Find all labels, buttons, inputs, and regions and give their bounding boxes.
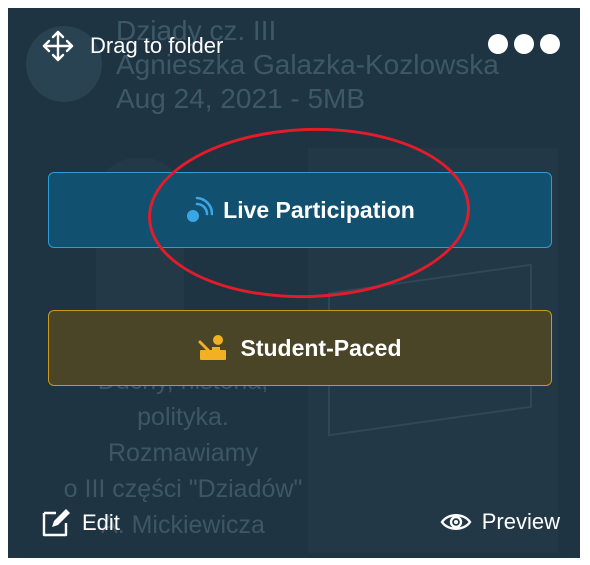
description-line: Rozmawiamy — [107, 439, 259, 467]
drag-label: Drag to folder — [90, 33, 224, 58]
description-line: o III części "Dziadów" — [63, 475, 303, 503]
move-arrows-icon — [42, 30, 74, 62]
description-line: polityka. — [137, 403, 229, 431]
card-toolbar: Drag to folder — [8, 8, 580, 78]
student-paced-label: Student-Paced — [240, 334, 402, 361]
more-options-button[interactable] — [488, 34, 560, 54]
lesson-card[interactable]: Dziady cz. III Agnieszka Galazka-Kozlows… — [8, 8, 580, 558]
eye-icon — [440, 514, 472, 530]
edit-icon — [42, 509, 70, 537]
more-dot — [540, 34, 560, 54]
student-paced-button[interactable]: Student-Paced — [48, 310, 552, 386]
preview-button[interactable]: Preview — [440, 509, 560, 535]
edit-label: Edit — [82, 510, 120, 535]
edit-button[interactable]: Edit — [40, 507, 120, 539]
lesson-date-size: Aug 24, 2021 - 5MB — [116, 83, 366, 114]
more-dot — [514, 34, 534, 54]
more-dot — [488, 34, 508, 54]
student-desk-icon — [198, 334, 230, 362]
preview-label: Preview — [481, 509, 560, 534]
card-footer: Edit Preview — [8, 503, 580, 553]
drag-to-folder-button[interactable]: Drag to folder — [40, 28, 223, 64]
